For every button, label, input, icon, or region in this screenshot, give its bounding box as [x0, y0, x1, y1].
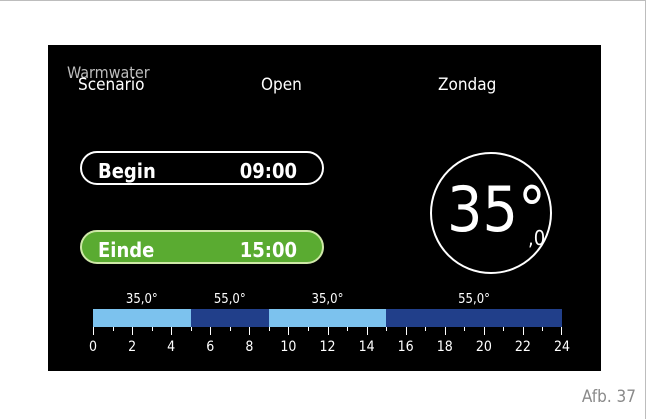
timeline-tick [268, 327, 270, 331]
figure-caption: Afb. 37 [581, 387, 636, 407]
timeline-tick [210, 327, 212, 335]
timeline-ticks [93, 327, 562, 339]
scenario-label: Scenario [78, 75, 145, 95]
begin-time-button[interactable]: Begin 09:00 [80, 151, 324, 185]
timeline-tick [229, 327, 231, 331]
hour-label: 12 [319, 339, 336, 355]
timeline-tick [132, 327, 134, 335]
timeline-tick [425, 327, 427, 331]
hour-label: 16 [397, 339, 414, 355]
timeline-tick [366, 327, 368, 335]
timeline-tick [561, 327, 562, 335]
hour-label: 8 [245, 339, 254, 355]
hour-label: 10 [280, 339, 297, 355]
timeline-tick [93, 327, 94, 335]
day-value[interactable]: Zondag [438, 77, 496, 94]
mode-value[interactable]: Open [261, 77, 302, 94]
hour-label: 2 [128, 339, 137, 355]
timeline-tick [386, 327, 388, 331]
display-screen: Warmwater Scenario Open Zondag Begin 09:… [48, 45, 601, 371]
segment-temp-label: 55,0° [213, 292, 246, 307]
temperature-decimal-value: ,0 [528, 226, 546, 250]
timeline-hour-labels: 0 2 4 6 8 10 12 14 16 18 20 22 24 [89, 339, 570, 355]
schedule-segment-high[interactable] [386, 309, 562, 327]
hour-label: 20 [475, 339, 492, 355]
temperature-setpoint-dial[interactable]: 35° ,0 [430, 152, 552, 274]
timeline-tick [151, 327, 153, 331]
segment-temp-label: 35,0° [125, 292, 158, 307]
begin-time-value: 09:00 [239, 159, 297, 183]
segment-temperature-labels: 35,0° 55,0° 35,0° 55,0° [48, 292, 601, 308]
hour-label: 22 [514, 339, 531, 355]
timeline-tick [503, 327, 505, 331]
segment-temp-label: 35,0° [311, 292, 344, 307]
timeline-tick [522, 327, 524, 335]
hour-label: 14 [358, 339, 375, 355]
end-label: Einde [98, 238, 155, 262]
hour-label: 18 [436, 339, 453, 355]
timeline-tick [405, 327, 407, 335]
end-time-value: 15:00 [239, 238, 297, 262]
timeline-tick [542, 327, 544, 331]
timeline-tick [171, 327, 173, 335]
schedule-timeline-bar[interactable] [93, 309, 562, 327]
timeline-tick [464, 327, 466, 331]
schedule-segment-low[interactable] [268, 309, 387, 327]
timeline-tick [112, 327, 114, 331]
timeline-tick [444, 327, 446, 335]
hour-label: 0 [88, 339, 98, 355]
segment-temp-label: 55,0° [458, 292, 491, 307]
schedule-segment-high[interactable] [190, 309, 269, 327]
end-time-button[interactable]: Einde 15:00 [80, 230, 324, 264]
hour-label: 24 [553, 339, 571, 355]
timeline-tick [249, 327, 251, 335]
schedule-segment-low[interactable] [93, 309, 191, 327]
timeline-tick [483, 327, 485, 335]
hour-label: 4 [167, 339, 176, 355]
hour-label: 6 [206, 339, 215, 355]
timeline-tick [307, 327, 309, 331]
timeline-tick [288, 327, 290, 335]
frame-border-top [0, 0, 646, 1]
begin-label: Begin [98, 159, 156, 183]
timeline-tick [190, 327, 192, 331]
timeline-tick [347, 327, 349, 331]
timeline-tick [327, 327, 329, 335]
